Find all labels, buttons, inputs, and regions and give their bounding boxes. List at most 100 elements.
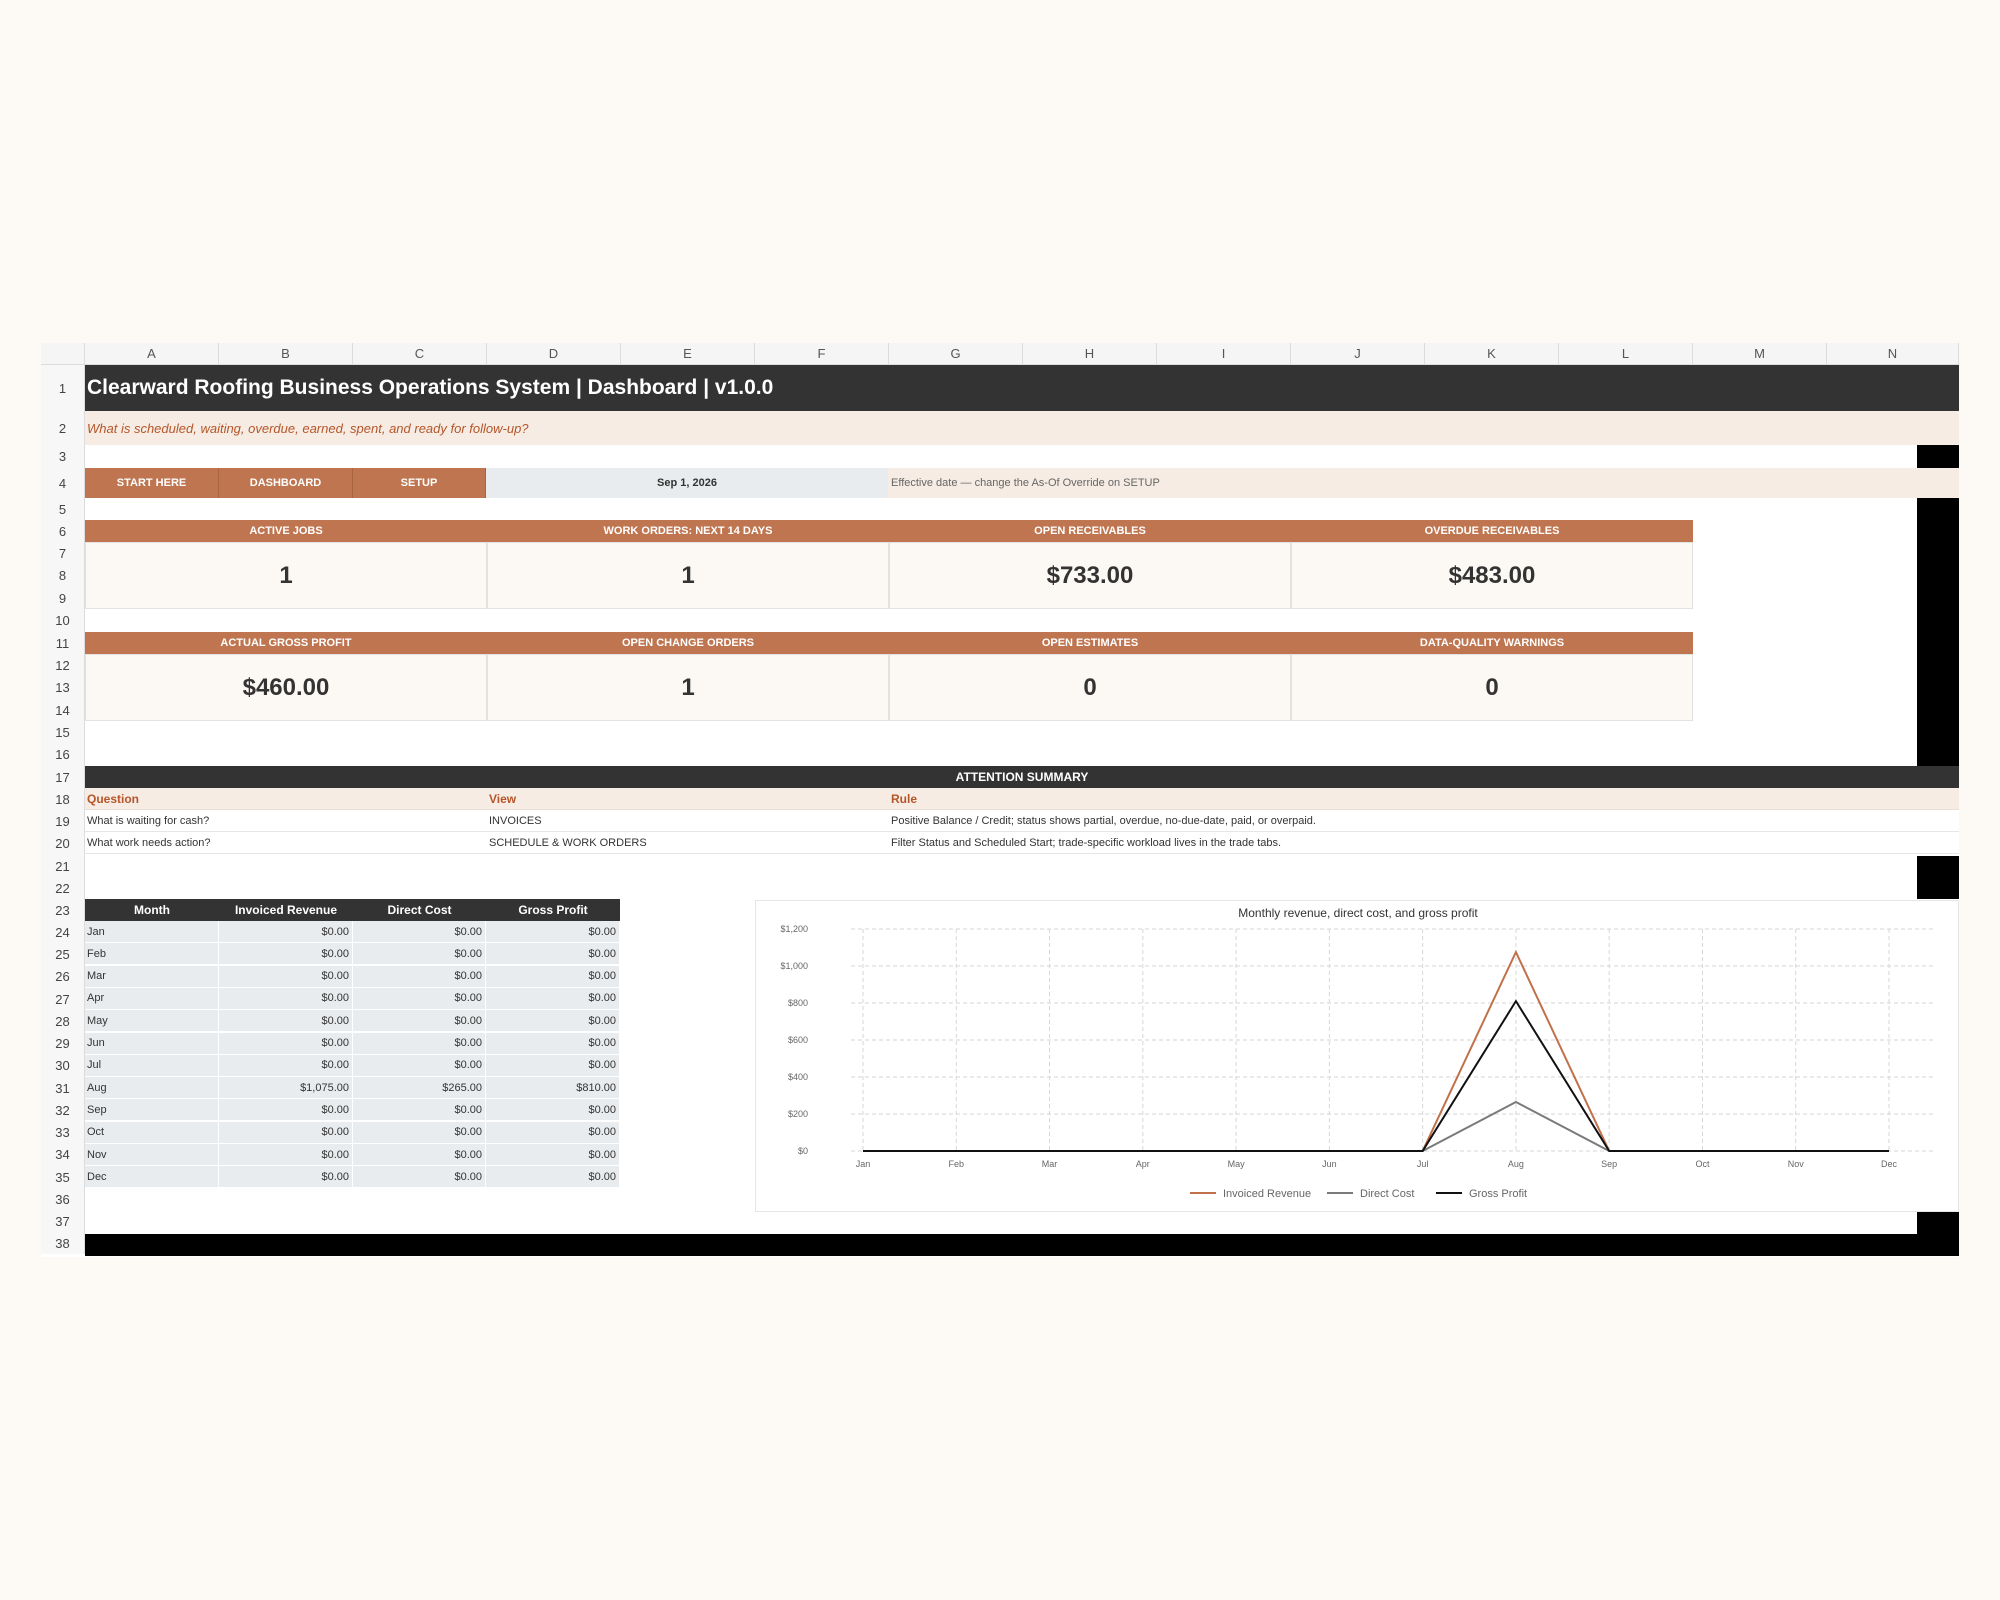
attention-rule[interactable]: Filter Status and Scheduled Start; trade… xyxy=(889,832,1959,854)
monthly-cell-value[interactable]: $0.00 xyxy=(353,921,486,943)
row-header[interactable]: 17 xyxy=(41,766,85,788)
attention-view[interactable]: SCHEDULE & WORK ORDERS xyxy=(487,832,889,854)
row-header[interactable]: 30 xyxy=(41,1054,85,1077)
column-header[interactable]: B xyxy=(219,343,353,365)
row-header[interactable]: 21 xyxy=(41,855,85,877)
monthly-cell-value[interactable]: $0.00 xyxy=(486,1054,620,1077)
row-header[interactable]: 23 xyxy=(41,899,85,921)
monthly-cell-month[interactable]: Oct xyxy=(85,1121,219,1144)
row-header[interactable]: 31 xyxy=(41,1077,85,1099)
monthly-cell-value[interactable]: $0.00 xyxy=(219,1099,353,1122)
monthly-cell-value[interactable]: $0.00 xyxy=(353,1032,486,1055)
row-header[interactable]: 6 xyxy=(41,520,85,542)
monthly-cell-value[interactable]: $0.00 xyxy=(219,1054,353,1077)
setup-button[interactable]: SETUP xyxy=(353,468,486,498)
column-header[interactable]: A xyxy=(85,343,219,365)
column-header[interactable]: C xyxy=(353,343,487,365)
row-header[interactable]: 9 xyxy=(41,587,85,609)
monthly-cell-value[interactable]: $0.00 xyxy=(486,1121,620,1144)
row-header[interactable]: 8 xyxy=(41,564,85,587)
row-header[interactable]: 12 xyxy=(41,654,85,676)
row-header[interactable]: 24 xyxy=(41,921,85,943)
row-header[interactable]: 29 xyxy=(41,1032,85,1054)
monthly-cell-value[interactable]: $0.00 xyxy=(353,1054,486,1077)
row-header[interactable]: 3 xyxy=(41,445,85,468)
monthly-cell-value[interactable]: $0.00 xyxy=(353,1010,486,1033)
attention-question[interactable]: What is waiting for cash? xyxy=(85,810,487,832)
monthly-cell-month[interactable]: Nov xyxy=(85,1144,219,1166)
monthly-cell-value[interactable]: $810.00 xyxy=(486,1077,620,1100)
monthly-cell-value[interactable]: $0.00 xyxy=(219,921,353,943)
monthly-cell-value[interactable]: $0.00 xyxy=(486,987,620,1010)
monthly-cell-month[interactable]: Jun xyxy=(85,1032,219,1055)
monthly-cell-value[interactable]: $265.00 xyxy=(353,1077,486,1100)
column-header[interactable]: H xyxy=(1023,343,1157,365)
column-header[interactable]: K xyxy=(1425,343,1559,365)
row-header[interactable]: 26 xyxy=(41,965,85,988)
monthly-cell-value[interactable]: $0.00 xyxy=(353,1121,486,1144)
attention-rule[interactable]: Positive Balance / Credit; status shows … xyxy=(889,810,1959,832)
row-header[interactable]: 14 xyxy=(41,699,85,721)
row-header[interactable]: 27 xyxy=(41,988,85,1010)
row-header[interactable]: 32 xyxy=(41,1099,85,1121)
monthly-cell-value[interactable]: $0.00 xyxy=(353,987,486,1010)
monthly-cell-value[interactable]: $0.00 xyxy=(353,943,486,966)
attention-view[interactable]: INVOICES xyxy=(487,810,889,832)
row-header[interactable]: 22 xyxy=(41,877,85,899)
row-header[interactable]: 28 xyxy=(41,1010,85,1032)
column-header[interactable]: G xyxy=(889,343,1023,365)
column-header[interactable]: I xyxy=(1157,343,1291,365)
column-header[interactable]: F xyxy=(755,343,889,365)
monthly-cell-value[interactable]: $1,075.00 xyxy=(219,1077,353,1100)
monthly-cell-month[interactable]: Feb xyxy=(85,943,219,966)
monthly-cell-value[interactable]: $0.00 xyxy=(486,1099,620,1122)
row-header[interactable]: 37 xyxy=(41,1210,85,1232)
monthly-cell-value[interactable]: $0.00 xyxy=(219,1144,353,1166)
monthly-cell-month[interactable]: Aug xyxy=(85,1077,219,1100)
monthly-cell-value[interactable]: $0.00 xyxy=(219,987,353,1010)
monthly-cell-value[interactable]: $0.00 xyxy=(486,965,620,988)
column-header[interactable]: L xyxy=(1559,343,1693,365)
row-header[interactable]: 5 xyxy=(41,498,85,520)
monthly-cell-value[interactable]: $0.00 xyxy=(353,1099,486,1122)
monthly-cell-value[interactable]: $0.00 xyxy=(486,921,620,943)
monthly-cell-value[interactable]: $0.00 xyxy=(219,943,353,966)
monthly-cell-value[interactable]: $0.00 xyxy=(486,943,620,966)
monthly-cell-value[interactable]: $0.00 xyxy=(486,1144,620,1166)
row-header[interactable]: 33 xyxy=(41,1121,85,1143)
monthly-cell-month[interactable]: Jan xyxy=(85,921,219,943)
row-header[interactable]: 16 xyxy=(41,743,85,766)
row-header[interactable]: 34 xyxy=(41,1143,85,1166)
row-header[interactable]: 11 xyxy=(41,632,85,654)
start-here-button[interactable]: START HERE xyxy=(85,468,219,498)
row-header[interactable]: 19 xyxy=(41,810,85,832)
monthly-cell-month[interactable]: May xyxy=(85,1010,219,1033)
monthly-cell-value[interactable]: $0.00 xyxy=(219,1010,353,1033)
monthly-cell-month[interactable]: Apr xyxy=(85,987,219,1010)
monthly-cell-value[interactable]: $0.00 xyxy=(353,1166,486,1189)
row-header[interactable]: 10 xyxy=(41,609,85,632)
column-header[interactable]: J xyxy=(1291,343,1425,365)
monthly-cell-value[interactable]: $0.00 xyxy=(486,1010,620,1033)
monthly-cell-month[interactable]: Jul xyxy=(85,1054,219,1077)
monthly-cell-month[interactable]: Dec xyxy=(85,1166,219,1189)
monthly-cell-value[interactable]: $0.00 xyxy=(486,1166,620,1189)
dashboard-button[interactable]: DASHBOARD xyxy=(219,468,353,498)
row-header[interactable]: 4 xyxy=(41,468,85,498)
monthly-cell-value[interactable]: $0.00 xyxy=(219,965,353,988)
column-header[interactable]: D xyxy=(487,343,621,365)
row-header[interactable]: 38 xyxy=(41,1232,85,1254)
monthly-cell-value[interactable]: $0.00 xyxy=(219,1032,353,1055)
row-header[interactable]: 1 xyxy=(41,365,85,411)
row-header[interactable]: 2 xyxy=(41,411,85,445)
monthly-cell-value[interactable]: $0.00 xyxy=(219,1121,353,1144)
row-header[interactable]: 20 xyxy=(41,832,85,855)
monthly-cell-value[interactable]: $0.00 xyxy=(353,1144,486,1166)
row-header[interactable]: 7 xyxy=(41,542,85,564)
row-header[interactable]: 35 xyxy=(41,1166,85,1188)
row-header[interactable]: 18 xyxy=(41,788,85,810)
column-header[interactable]: E xyxy=(621,343,755,365)
monthly-cell-value[interactable]: $0.00 xyxy=(219,1166,353,1189)
row-header[interactable]: 15 xyxy=(41,721,85,743)
column-header[interactable]: M xyxy=(1693,343,1827,365)
